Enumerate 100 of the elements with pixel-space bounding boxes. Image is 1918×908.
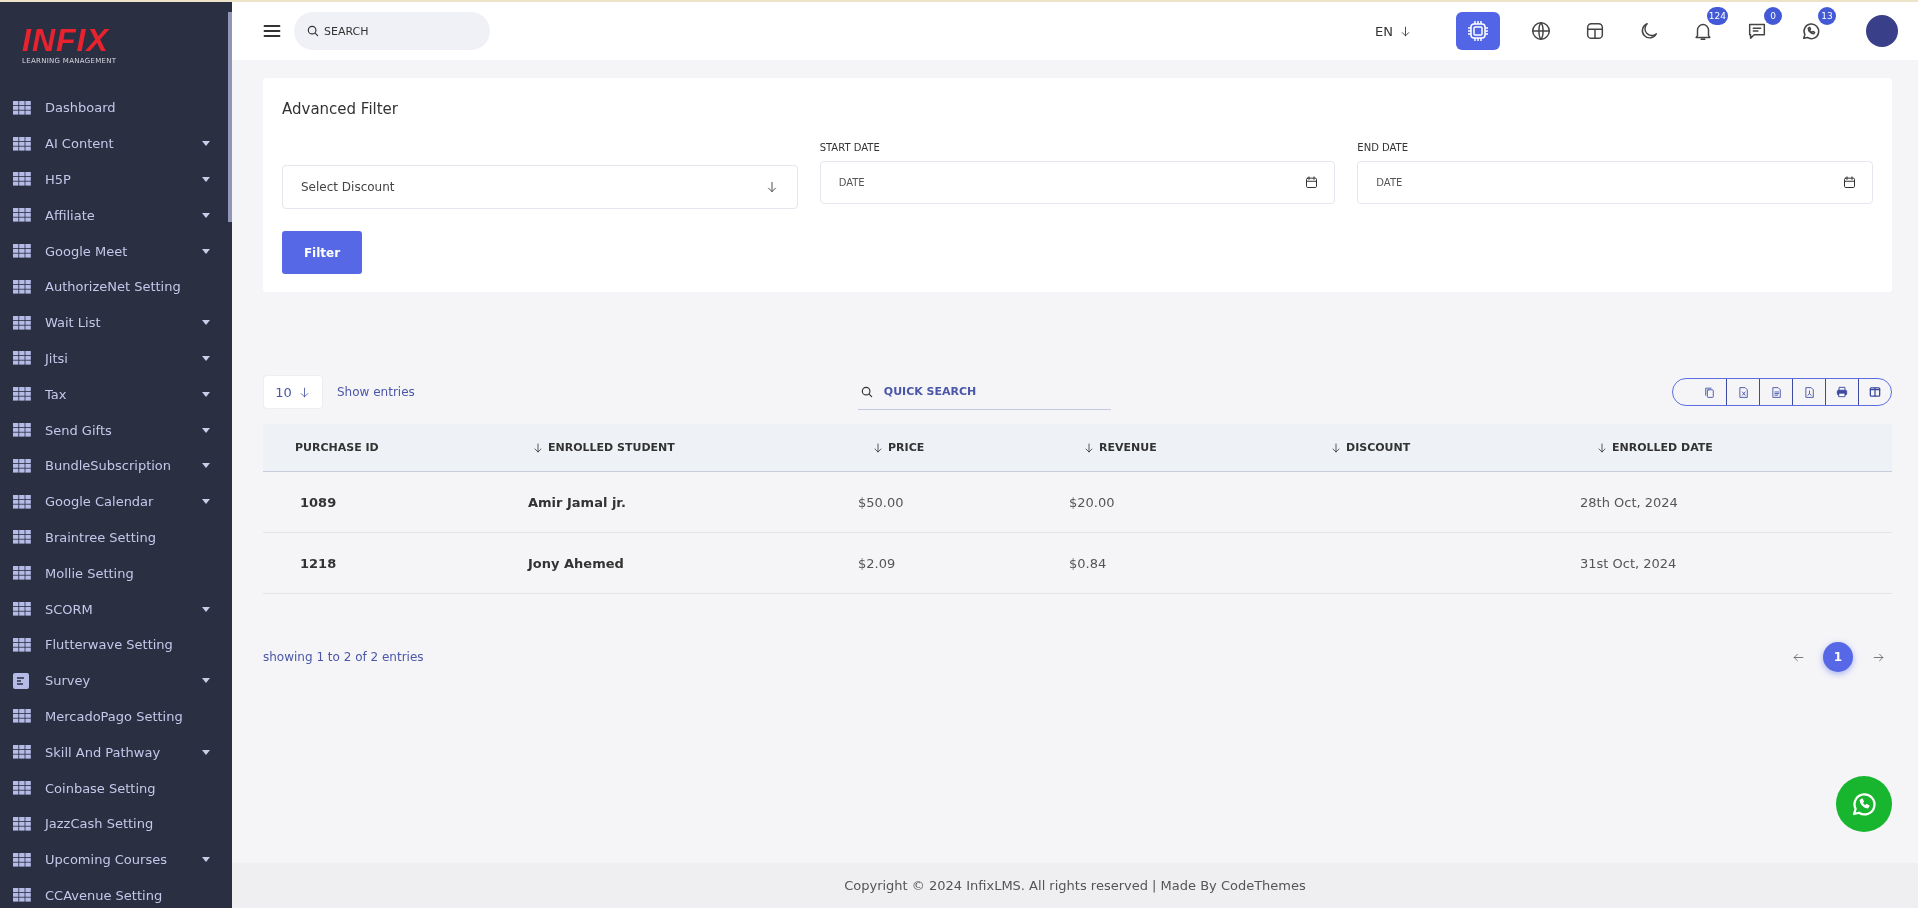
calendar-icon [1304,175,1320,190]
caret-icon [202,427,210,433]
sidebar-item[interactable]: CCAvenue Setting [0,877,232,908]
sidebar-item[interactable]: Coinbase Setting [0,770,232,806]
grid-icon [13,136,31,151]
column-header[interactable]: PRICE [872,441,1083,454]
table-cell-text: 31st Oct, 2024 [1580,555,1678,571]
sidebar-item[interactable]: BundleSubscription [0,447,232,484]
table-cell-text: 1089 [299,494,338,510]
sidebar-item[interactable]: Send Gifts [0,412,232,448]
caret-icon [202,212,210,218]
sidebar-item[interactable]: JazzCash Setting [0,805,232,842]
column-header[interactable]: DISCOUNT [1330,441,1596,454]
grid-icon [13,781,31,796]
column-header[interactable]: REVENUE [1083,441,1330,454]
caret-icon [202,320,210,326]
sort-arrow-icon [532,441,544,454]
search-icon [859,385,874,399]
sidebar-item[interactable]: Upcoming Courses [0,841,232,878]
down-arrow-icon [1399,24,1412,38]
whatsapp-count: 13 [1818,7,1836,25]
caret-icon [202,177,210,182]
table-cell-text: $0.84 [1069,555,1108,571]
caret-icon [202,857,210,863]
notification-count: 124 [1706,7,1728,25]
avatar[interactable] [1866,15,1898,47]
caret-icon [202,678,210,684]
card-title: Advanced Filter [282,100,399,118]
column-header[interactable]: PURCHASE ID [295,441,532,454]
grid-icon [13,494,31,509]
chip-icon [1466,19,1490,43]
field-label: START DATE [819,142,881,153]
sidebar-item[interactable]: SCORM [0,591,232,627]
sidebar-item[interactable]: Survey [0,662,232,699]
globe-icon [1530,20,1552,42]
form-icon [13,672,29,689]
date-field[interactable]: DATE [1357,161,1873,204]
sidebar-item[interactable]: AI Content [0,125,232,162]
ai-chip-button[interactable] [1456,12,1500,50]
table-cell-text: 28th Oct, 2024 [1580,494,1679,510]
sidebar-item[interactable]: Google Calendar [0,483,232,520]
entries-summary: showing 1 to 2 of 2 entries [263,650,424,664]
sidebar-item[interactable]: Wait List [0,304,232,341]
phone-bubble-icon [1800,20,1822,42]
grid-icon [13,888,31,903]
grid-icon [13,387,31,402]
discount-select[interactable]: Select Discount [282,165,798,209]
date-field[interactable]: DATE [819,161,1336,204]
sidebar-item[interactable]: AuthorizeNet Setting [0,269,232,305]
scrollbar[interactable] [228,12,232,222]
caret-icon [202,355,210,361]
sidebar-item[interactable]: Skill And Pathway [0,734,232,771]
sidebar-item[interactable]: Tax [0,376,232,413]
footer-text: Copyright © 2024 InfixLMS. All rights reserved | Made By CodeThemes [844,878,1306,893]
sidebar-item[interactable]: Mollie Setting [0,555,232,592]
sort-arrow-icon [1083,441,1095,454]
field-label: END DATE [1357,142,1410,153]
grid-icon [13,566,31,581]
grid-icon [13,602,31,617]
filter-button[interactable]: Filter [282,231,362,274]
grid-icon [13,208,31,223]
sidebar-item[interactable]: Flutterwave Setting [0,626,232,663]
caret-icon [202,248,210,254]
sidebar-item[interactable]: Jitsi [0,340,232,377]
sidebar-item[interactable]: Braintree Setting [0,519,232,556]
column-header[interactable]: ENROLLED DATE [1596,441,1892,454]
grid-icon [13,315,31,330]
columns-icon [1868,385,1882,399]
grid-icon [13,279,31,294]
table-cell-text: $20.00 [1069,494,1116,510]
column-header[interactable]: ENROLLED STUDENT [532,441,872,454]
sidebar-item[interactable]: Google Meet [0,233,232,269]
search-field[interactable]: SEARCH [294,12,490,50]
grid-icon [13,816,31,831]
message-count: 0 [1764,7,1782,25]
layout-icon [1584,20,1606,42]
grid-icon [13,530,31,545]
calendar-icon [1842,175,1857,190]
page-button[interactable]: 1 [1823,642,1853,672]
copy-icon [1703,385,1716,399]
grid-icon [13,351,31,366]
caret-icon [202,141,210,147]
sidebar-item[interactable]: MercadoPago Setting [0,698,232,735]
caret-icon [202,749,210,755]
sidebar-item[interactable]: Affiliate [0,197,232,234]
grid-icon [13,423,31,438]
quick-search-field[interactable]: QUICK SEARCH [857,374,1111,410]
caret-icon [202,499,210,505]
grid-icon [13,244,31,259]
grid-icon [13,100,31,115]
whatsapp-chat-button[interactable] [1836,776,1892,832]
sort-arrow-icon [1330,441,1342,454]
page-size-select[interactable]: 10 [263,375,323,409]
grid-icon [13,458,31,473]
caret-icon [202,463,210,469]
printer-icon [1835,385,1849,399]
grid-icon [13,709,31,724]
sidebar-item[interactable]: H5P [0,161,232,198]
sidebar-item[interactable]: Dashboard [0,90,232,126]
language-selector[interactable]: EN [1369,22,1418,40]
